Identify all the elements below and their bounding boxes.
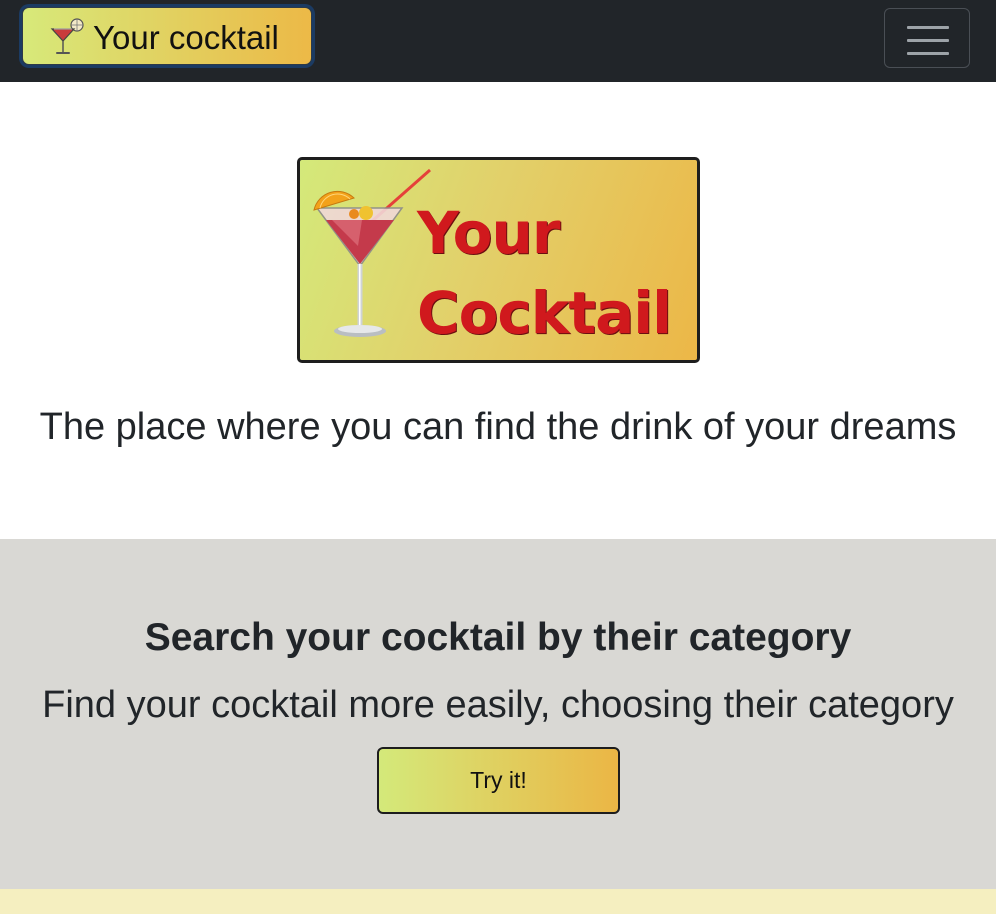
brand-logo: Your Cocktail: [297, 157, 700, 363]
category-search-section: Search your cocktail by their category F…: [0, 539, 996, 889]
navbar-toggler-button[interactable]: [884, 8, 970, 68]
category-section-title: Search your cocktail by their category: [144, 616, 852, 659]
hero-section: Your Cocktail The place where you can fi…: [0, 82, 996, 539]
try-it-button[interactable]: Try it!: [377, 747, 620, 814]
top-navbar: Your cocktail: [0, 0, 996, 82]
brand-link[interactable]: Your cocktail: [22, 7, 312, 65]
footer-strip: [0, 889, 996, 914]
cocktail-glass-icon: [50, 18, 86, 56]
hero-tagline: The place where you can find the drink o…: [39, 406, 957, 448]
cocktail-glass-icon: [313, 168, 431, 337]
category-section-subtitle: Find your cocktail more easily, choosing…: [42, 684, 954, 726]
brand-label: Your cocktail: [93, 19, 279, 56]
logo-text-line1: Your: [417, 199, 560, 267]
logo-text-line2: Cocktail: [417, 279, 672, 347]
